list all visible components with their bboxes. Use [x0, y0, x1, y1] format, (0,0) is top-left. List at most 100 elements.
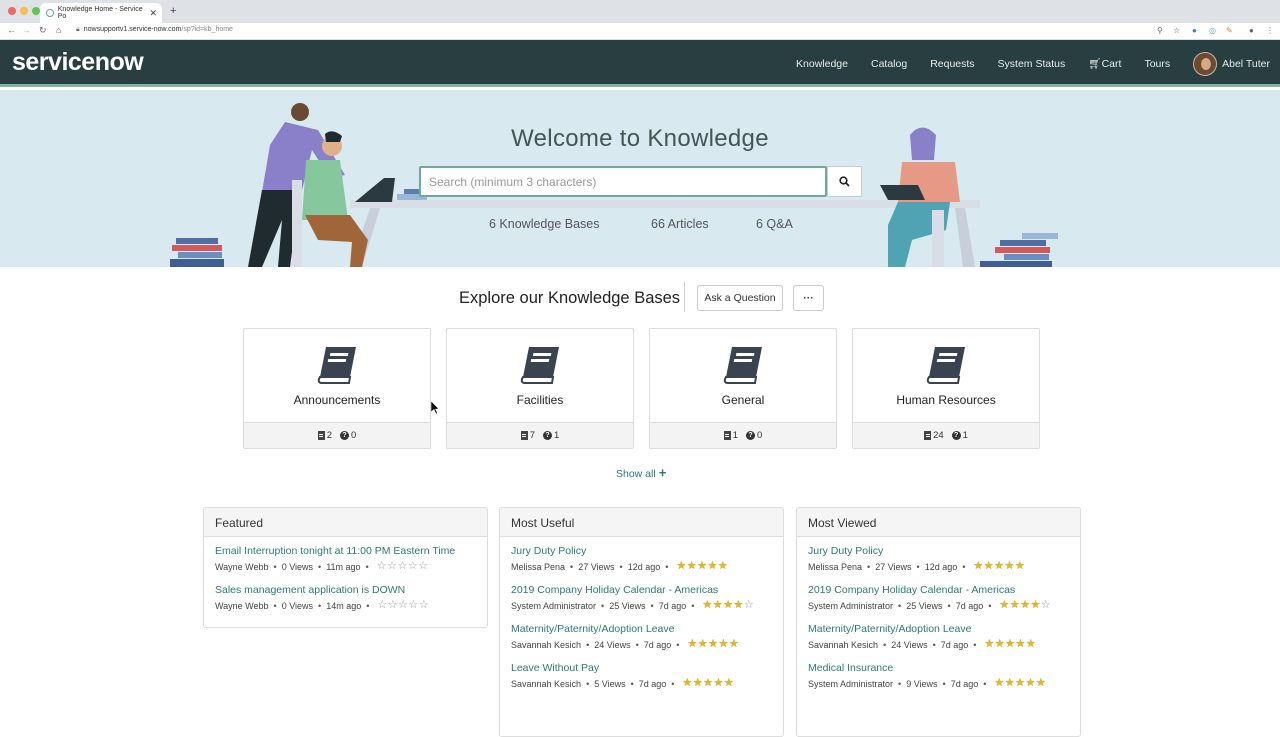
star-filled-icon: ★ — [1030, 599, 1041, 611]
separator-dot: • — [665, 561, 669, 572]
back-arrow-icon[interactable]: ← — [7, 25, 16, 35]
kb-card-announcements[interactable]: Announcements 2 ? 0 — [243, 328, 431, 449]
article-item: Jury Duty Policy Melissa Pena • 27 Views • 12… — [808, 545, 1069, 572]
panel-title: Most Viewed — [797, 508, 1080, 537]
question-count: 0 — [351, 430, 357, 441]
article-meta: Savannah Kesich • 24 Views • 7d ago • ★ ★ ★ ★ ★ — [511, 639, 772, 650]
more-options-button[interactable]: ··· — [793, 285, 824, 311]
star-filled-icon: ★ — [717, 560, 728, 572]
article-count: 2 — [326, 430, 332, 441]
article-meta: System Administrator • 9 Views • 7d ago • ★ ★ ★ ★… — [808, 678, 1069, 689]
article-title-link[interactable]: Leave Without Pay — [511, 662, 772, 674]
nav-cart[interactable]: 🛒︎Cart — [1088, 57, 1121, 70]
extension-3-icon[interactable]: ✎ — [1226, 26, 1233, 35]
tab-close-icon[interactable]: ✕ — [149, 8, 157, 19]
star-filled-icon: ★ — [733, 599, 744, 611]
home-icon[interactable]: ⌂ — [56, 25, 61, 35]
kb-name: Human Resources — [896, 393, 996, 407]
nav-tours[interactable]: Tours — [1144, 58, 1170, 70]
article-title-link[interactable]: Maternity/Paternity/Adoption Leave — [808, 623, 1069, 635]
article-title-link[interactable]: 2019 Company Holiday Calendar - Americas — [808, 584, 1069, 596]
profile-icon[interactable]: ● — [1249, 26, 1254, 35]
search-icon — [839, 176, 850, 187]
separator-dot: • — [586, 678, 590, 689]
article-item: Maternity/Paternity/Adoption Leave Savann… — [808, 623, 1069, 650]
maximize-window-icon[interactable] — [32, 7, 40, 15]
separator-dot: • — [635, 639, 639, 650]
knowledge-search-input[interactable] — [419, 166, 827, 197]
star-empty-icon: ☆ — [418, 599, 429, 611]
forward-arrow-icon[interactable]: → — [22, 25, 31, 35]
separator-dot: • — [947, 600, 951, 611]
article-item: Leave Without Pay Savannah Kesich • 5 Views… — [511, 662, 772, 689]
kb-counts: 7 ? 1 — [447, 422, 633, 448]
kb-counts: 2 ? 0 — [244, 422, 430, 448]
article-title-link[interactable]: Jury Duty Policy — [511, 545, 772, 557]
question-count: 0 — [757, 430, 763, 441]
star-filled-icon: ★ — [707, 560, 718, 572]
extension-2-icon[interactable]: ◎ — [1209, 26, 1216, 35]
separator-dot: • — [932, 639, 936, 650]
close-window-icon[interactable] — [8, 7, 16, 15]
article-title-link[interactable]: 2019 Company Holiday Calendar - Americas — [511, 584, 772, 596]
nav-catalog[interactable]: Catalog — [871, 58, 907, 70]
tab-title: Knowledge Home - Service Po — [57, 6, 143, 20]
zoom-icon[interactable]: ⚲ — [1157, 26, 1163, 35]
star-filled-icon: ★ — [983, 560, 994, 572]
separator-dot: • — [318, 561, 322, 572]
article-meta: Wayne Webb • 0 Views • 14m ago • ☆ ☆ ☆ ☆ ☆ — [215, 600, 476, 611]
search-button[interactable] — [827, 166, 862, 197]
star-empty-icon: ☆ — [418, 560, 429, 572]
nav-system-status[interactable]: System Status — [998, 58, 1066, 70]
article-icon — [924, 431, 932, 440]
separator-dot: • — [619, 561, 623, 572]
star-filled-icon: ★ — [1014, 560, 1025, 572]
article-title-link[interactable]: Medical Insurance — [808, 662, 1069, 674]
star-empty-icon: ☆ — [397, 560, 408, 572]
article-age: 7d ago — [658, 600, 687, 611]
reload-icon[interactable]: ↻ — [39, 25, 47, 36]
star-filled-icon: ★ — [1009, 599, 1020, 611]
star-filled-icon: ★ — [697, 638, 708, 650]
separator-dot: • — [671, 678, 675, 689]
separator-dot: • — [898, 600, 902, 611]
bookmark-star-icon[interactable]: ☆ — [1173, 26, 1180, 35]
article-age: 11m ago — [326, 561, 361, 572]
separator-dot: • — [366, 600, 370, 611]
star-filled-icon: ★ — [682, 677, 693, 689]
star-filled-icon: ★ — [697, 560, 708, 572]
url-field[interactable]: 🔒︎ nowsupportv1.service-now.com/sp?id=kb_… — [76, 26, 233, 34]
article-age: 12d ago — [627, 561, 661, 572]
ask-question-button[interactable]: Ask a Question — [697, 285, 783, 311]
star-filled-icon: ★ — [994, 677, 1005, 689]
article-meta: Savannah Kesich • 24 Views • 7d ago • ★ ★ ★ ★ ★ — [808, 639, 1069, 650]
article-meta: System Administrator • 25 Views • 7d ago • ★ ★ ★… — [511, 600, 772, 611]
separator-dot: • — [942, 678, 946, 689]
kb-card-facilities[interactable]: Facilities 7 ? 1 — [446, 328, 634, 449]
new-tab-button[interactable]: + — [170, 5, 176, 17]
menu-kebab-icon[interactable]: ⋮ — [1266, 26, 1274, 35]
star-filled-icon: ★ — [1004, 560, 1015, 572]
explore-title: Explore our Knowledge Bases — [459, 289, 681, 307]
address-bar: ← → ↻ ⌂ 🔒︎ nowsupportv1.service-now.com/s… — [0, 23, 1280, 40]
extension-icon[interactable]: ● — [1192, 26, 1197, 35]
article-title-link[interactable]: Sales management application is DOWN — [215, 584, 476, 596]
kb-card-human-resources[interactable]: Human Resources 24 ? 1 — [852, 328, 1040, 449]
kb-card-general[interactable]: General 1 ? 0 — [649, 328, 837, 449]
user-avatar[interactable] — [1193, 51, 1218, 76]
article-title-link[interactable]: Email Interruption tonight at 11:00 PM E… — [215, 545, 476, 557]
servicenow-logo[interactable]: servicenow — [12, 48, 144, 77]
separator-dot: • — [962, 561, 966, 572]
article-title-link[interactable]: Maternity/Paternity/Adoption Leave — [511, 623, 772, 635]
minimize-window-icon[interactable] — [20, 7, 28, 15]
nav-requests[interactable]: Requests — [930, 58, 974, 70]
article-views: 25 Views — [906, 600, 943, 611]
user-name[interactable]: Abel Tuter — [1222, 58, 1270, 70]
article-item: 2019 Company Holiday Calendar - Americas… — [511, 584, 772, 611]
cart-icon: 🛒︎ — [1088, 58, 1102, 70]
article-title-link[interactable]: Jury Duty Policy — [808, 545, 1069, 557]
star-empty-icon: ☆ — [376, 560, 387, 572]
browser-tab[interactable]: Knowledge Home - Service Po ✕ — [40, 3, 162, 23]
show-all-link[interactable]: Show all + — [616, 465, 666, 480]
nav-knowledge[interactable]: Knowledge — [796, 58, 848, 70]
